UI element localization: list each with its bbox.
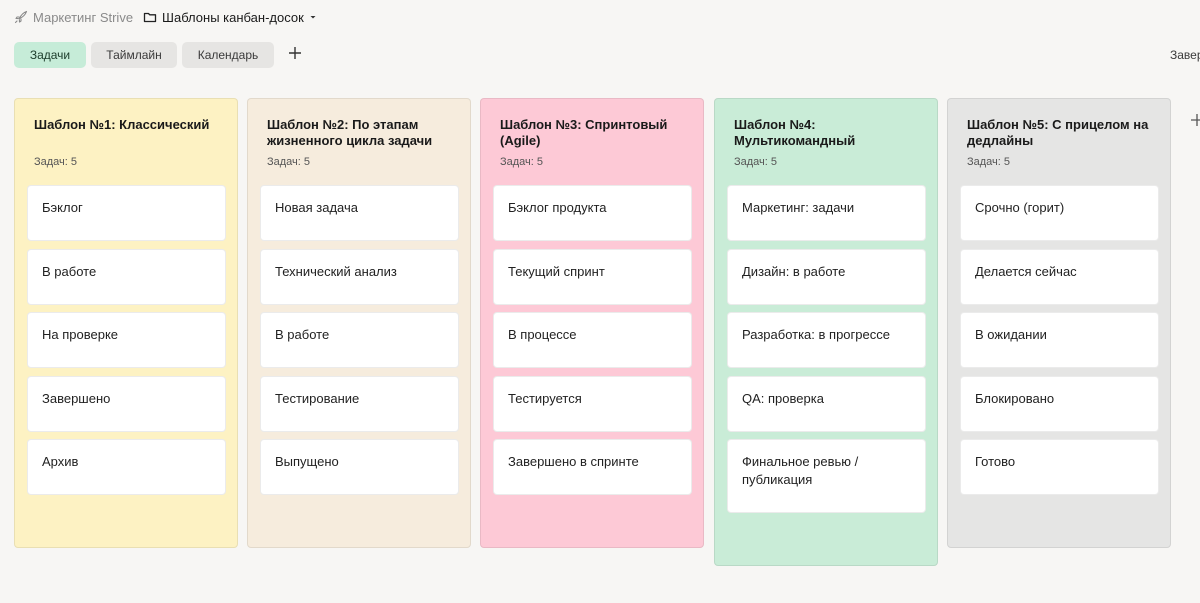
add-column-button[interactable] (1190, 113, 1200, 127)
kanban-card[interactable]: Завершено в спринте (493, 439, 692, 495)
plus-icon (288, 46, 302, 65)
board-column: Шаблон №1: Классический Задач: 5 Бэклог … (14, 98, 238, 548)
column-task-count: Задач: 5 (34, 156, 78, 168)
kanban-card[interactable]: Срочно (горит) (960, 185, 1159, 241)
board-column: Шаблон №4: Мультикомандный Задач: 5 Марк… (714, 98, 938, 566)
plus-icon (1190, 114, 1200, 131)
breadcrumb: Маркетинг Strive Шаблоны канбан-досок (14, 8, 318, 26)
kanban-card[interactable]: Бэклог продукта (493, 185, 692, 241)
kanban-card[interactable]: Технический анализ (260, 249, 459, 305)
tab-label: Задачи (29, 48, 71, 62)
kanban-card[interactable]: Архив (27, 439, 226, 495)
breadcrumb-workspace-link[interactable]: Маркетинг Strive (33, 10, 133, 25)
kanban-card[interactable]: Дизайн: в работе (727, 249, 926, 305)
kanban-card[interactable]: Бэклог (27, 185, 226, 241)
column-title: Шаблон №4: Мультикомандный (734, 117, 856, 148)
kanban-card[interactable]: Готово (960, 439, 1159, 495)
kanban-card[interactable]: Тестируется (493, 376, 692, 432)
kanban-card[interactable]: Выпущено (260, 439, 459, 495)
board-column: Шаблон №5: С прицелом на дедлайны Задач:… (947, 98, 1171, 548)
kanban-card[interactable]: Текущий спринт (493, 249, 692, 305)
column-task-count: Задач: 5 (967, 156, 1011, 168)
view-tabs: Задачи Таймлайн Календарь (14, 42, 307, 68)
kanban-card[interactable]: На проверке (27, 312, 226, 368)
kanban-card[interactable]: В ожидании (960, 312, 1159, 368)
kanban-card[interactable]: QA: проверка (727, 376, 926, 432)
kanban-card[interactable]: В процессе (493, 312, 692, 368)
column-title: Шаблон №5: С прицелом на дедлайны (967, 117, 1149, 148)
column-title: Шаблон №1: Классический (34, 117, 210, 132)
tab-label: Таймлайн (106, 48, 162, 62)
kanban-card[interactable]: Маркетинг: задачи (727, 185, 926, 241)
add-view-button[interactable] (283, 42, 307, 68)
chevron-down-icon[interactable] (308, 12, 318, 22)
kanban-card[interactable]: Тестирование (260, 376, 459, 432)
tab-calendar[interactable]: Календарь (182, 42, 274, 68)
tab-tasks[interactable]: Задачи (14, 42, 86, 68)
column-task-count: Задач: 5 (734, 156, 778, 168)
kanban-card[interactable]: Разработка: в прогрессе (727, 312, 926, 368)
kanban-card[interactable]: Финальное ревью / публикация (727, 439, 926, 513)
column-task-count: Задач: 5 (267, 156, 311, 168)
completed-filter-label[interactable]: Завер (1170, 48, 1200, 62)
board-column: Шаблон №2: По этапам жизненного цикла за… (247, 98, 471, 548)
board-column: Шаблон №3: Спринтовый (Agile) Задач: 5 Б… (480, 98, 704, 548)
column-title: Шаблон №2: По этапам жизненного цикла за… (267, 117, 433, 148)
rocket-icon (14, 10, 28, 24)
tab-label: Календарь (197, 48, 259, 62)
tab-timeline[interactable]: Таймлайн (91, 42, 177, 68)
folder-icon (143, 10, 157, 24)
kanban-card[interactable]: Новая задача (260, 185, 459, 241)
column-task-count: Задач: 5 (500, 156, 544, 168)
kanban-card[interactable]: Блокировано (960, 376, 1159, 432)
kanban-card[interactable]: В работе (27, 249, 226, 305)
column-title: Шаблон №3: Спринтовый (Agile) (500, 117, 668, 148)
kanban-card[interactable]: Завершено (27, 376, 226, 432)
kanban-card[interactable]: В работе (260, 312, 459, 368)
breadcrumb-current-folder[interactable]: Шаблоны канбан-досок (162, 10, 304, 25)
kanban-card[interactable]: Делается сейчас (960, 249, 1159, 305)
